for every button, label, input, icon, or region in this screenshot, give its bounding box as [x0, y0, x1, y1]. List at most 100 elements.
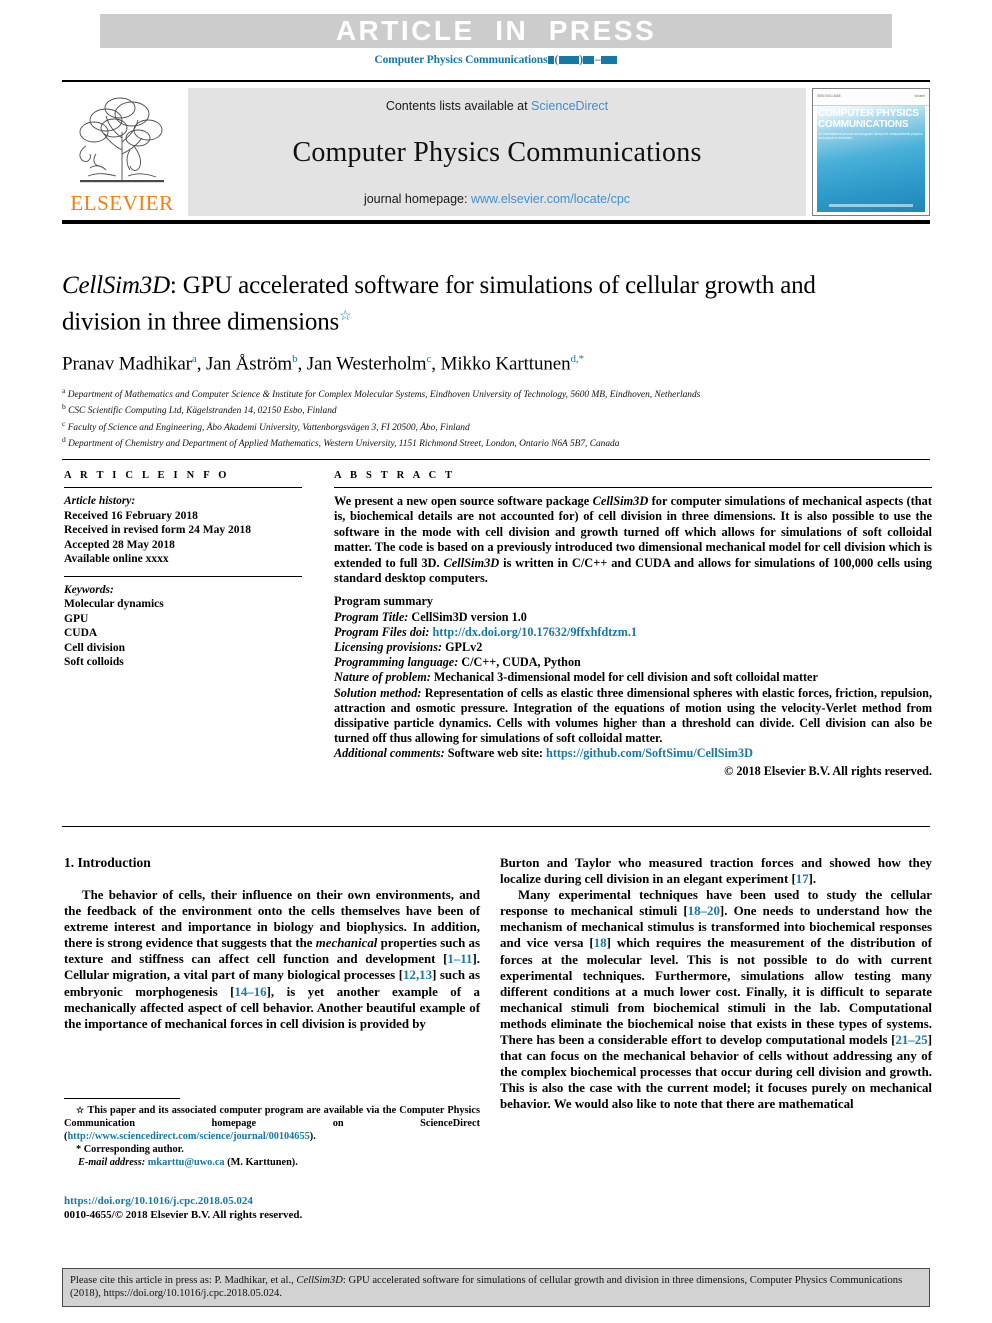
footnote-star-item: ☆ This paper and its associated computer…	[64, 1104, 480, 1143]
keyword-item: Soft colloids	[64, 656, 124, 668]
author-list: Pranav Madhikara, Jan Åströmb, Jan Weste…	[62, 353, 862, 375]
program-summary-value: C/C++, CUDA, Python	[458, 655, 581, 670]
citation-ref[interactable]: 21–25	[895, 1033, 927, 1047]
article-history-label: Article history:	[64, 495, 136, 507]
masthead-center-panel: Contents lists available at ScienceDirec…	[188, 88, 806, 216]
keywords-rule	[64, 575, 302, 577]
program-summary-item: Solution method: Representation of cells…	[334, 686, 932, 747]
program-summary-item: Nature of problem: Mechanical 3-dimensio…	[334, 670, 932, 685]
program-summary-value: CellSim3D version 1.0	[408, 609, 527, 624]
affiliation-text: Department of Chemistry and Department o…	[68, 439, 620, 450]
author-name: Pranav Madhikar	[62, 353, 192, 375]
program-files-doi-link[interactable]: http://dx.doi.org/10.17632/9ffxhfdtzm.1	[433, 625, 637, 639]
sciencedirect-journal-link[interactable]: http://www.sciencedirect.com/science/jou…	[67, 1131, 309, 1142]
running-head-journal: Computer Physics Communications	[374, 54, 548, 66]
journal-cover-topbar: ISSN 0010-4655 Volume	[813, 89, 929, 106]
program-summary-label: Programming language:	[334, 655, 459, 670]
affiliation-item: d Department of Chemistry and Department…	[62, 434, 822, 450]
author-name: Jan Åström	[206, 353, 293, 375]
program-summary-item: Program Files doi: http://dx.doi.org/10.…	[334, 625, 932, 640]
cover-volume-label: Volume	[914, 94, 925, 98]
program-summary-label: Solution method:	[334, 685, 422, 700]
program-summary-label: Nature of problem:	[334, 670, 431, 685]
elsevier-wordmark: ELSEVIER	[70, 191, 174, 215]
corresponding-author-note: * Corresponding author.	[64, 1143, 480, 1156]
redacted-page-end-block	[601, 56, 618, 65]
title-footnote-star-icon[interactable]: ☆	[339, 309, 352, 324]
sciencedirect-link[interactable]: ScienceDirect	[531, 99, 608, 113]
article-doi-link[interactable]: https://doi.org/10.1016/j.cpc.2018.05.02…	[64, 1194, 480, 1208]
journal-cover-thumbnail: ISSN 0010-4655 Volume COMPUTER PHYSICS C…	[812, 88, 930, 216]
article-history-item: Received 16 February 2018	[64, 509, 198, 522]
citation-software-name: CellSim3D	[296, 1275, 343, 1286]
running-head-dash: –	[594, 54, 601, 66]
software-website-link[interactable]: https://github.com/SoftSimu/CellSim3D	[546, 746, 753, 760]
keyword-item: Cell division	[64, 641, 126, 654]
intro-paragraph-left: The behavior of cells, their influence o…	[64, 887, 480, 1032]
redacted-page-start-block	[583, 56, 595, 65]
affiliation-item: c Faculty of Science and Engineering, Åb…	[62, 418, 822, 434]
section-heading-introduction: 1. Introduction	[64, 855, 151, 870]
para-segment: ] which requires the measurement of the …	[500, 936, 932, 1048]
abstract-heading: A B S T R A C T	[334, 470, 456, 481]
program-summary: Program summary Program Title: CellSim3D…	[334, 594, 932, 778]
cover-footer-bar	[829, 204, 913, 207]
citation-ref[interactable]: 1–11	[447, 952, 472, 966]
program-summary-item: Program Title: CellSim3D version 1.0	[334, 610, 932, 625]
email-address-owner: (M. Karttunen).	[224, 1157, 298, 1168]
program-summary-label: Program Title:	[334, 609, 409, 624]
running-head-paren-close: )	[579, 54, 583, 66]
program-summary-label: Additional comments:	[334, 746, 445, 761]
affiliation-mark: b	[62, 402, 66, 412]
body-column-right: Burton and Taylor who measured traction …	[500, 855, 932, 1113]
citation-ref[interactable]: 12,13	[403, 968, 432, 982]
corresponding-author-text: Corresponding author.	[81, 1144, 184, 1155]
article-history-item: Available online xxxx	[64, 553, 169, 565]
journal-homepage-line: journal homepage: www.elsevier.com/locat…	[364, 192, 630, 206]
title-block: CellSim3D: GPU accelerated software for …	[62, 270, 862, 450]
abstract-section-top-rule	[62, 459, 930, 460]
program-summary-value: Software web site:	[444, 746, 547, 761]
citation-ref[interactable]: 18–20	[688, 904, 720, 918]
para-emphasis: mechanical	[315, 936, 378, 951]
footnote-star-icon: ☆	[76, 1105, 85, 1115]
author-affiliation-mark: d,*	[570, 353, 584, 366]
citation-footer-box: Please cite this article in press as: P.…	[62, 1268, 930, 1307]
program-summary-item: Licensing provisions: GPLv2	[334, 640, 932, 655]
article-info-rule	[64, 487, 302, 488]
article-history-item: Received in revised form 24 May 2018	[64, 524, 251, 536]
program-summary-value: Mechanical 3-dimensional model for cell …	[430, 670, 818, 685]
article-in-press-label: ARTICLE IN PRESS	[335, 15, 657, 46]
redacted-year-block	[558, 56, 579, 65]
keyword-item: CUDA	[64, 627, 98, 639]
doi-issn-block: https://doi.org/10.1016/j.cpc.2018.05.02…	[64, 1194, 480, 1222]
journal-homepage-link[interactable]: www.elsevier.com/locate/cpc	[471, 192, 630, 206]
affiliation-text: CSC Scientific Computing Ltd, Kägelstran…	[68, 406, 337, 417]
running-head-paren-open: (	[554, 54, 559, 66]
program-summary-item: Programming language: C/C++, CUDA, Pytho…	[334, 655, 932, 670]
affiliation-text: Faculty of Science and Engineering, Åbo …	[67, 422, 470, 433]
author-separator: ,	[196, 353, 206, 375]
abstract-section-bottom-rule	[62, 826, 930, 827]
cover-journal-title: COMPUTER PHYSICS COMMUNICATIONS	[818, 108, 919, 130]
journal-title: Computer Physics Communications	[292, 136, 702, 168]
citation-ref[interactable]: 18	[594, 936, 607, 950]
running-head: Computer Physics Communications () –	[0, 54, 992, 66]
journal-masthead: ELSEVIER Contents lists available at Sci…	[62, 80, 930, 224]
issn-copyright-line: 0010-4655/© 2018 Elsevier B.V. All right…	[64, 1209, 303, 1221]
email-address-note: E-mail address: mkarttu@uwo.ca (M. Kartt…	[78, 1156, 480, 1169]
email-address-link[interactable]: mkarttu@uwo.ca	[145, 1157, 225, 1168]
elsevier-logo: ELSEVIER	[62, 88, 182, 216]
intro-paragraph-right-a: Burton and Taylor who measured traction …	[500, 855, 932, 887]
citation-ref[interactable]: 17	[796, 872, 809, 886]
affiliation-item: b CSC Scientific Computing Ltd, Kägelstr…	[62, 401, 822, 417]
body-column-left: 1. Introduction The behavior of cells, t…	[64, 855, 480, 1032]
program-summary-heading: Program summary	[334, 594, 433, 609]
abstract-text: We present a new open source software pa…	[334, 494, 932, 586]
abstract-software-name: CellSim3D	[592, 494, 649, 508]
abstract-segment: We present a new open source software pa…	[334, 494, 593, 508]
contents-lists-line: Contents lists available at ScienceDirec…	[386, 99, 608, 113]
intro-paragraph-right-b: Many experimental techniques have been u…	[500, 887, 932, 1112]
program-summary-item: Additional comments: Software web site: …	[334, 746, 932, 761]
citation-ref[interactable]: 14–16	[234, 985, 266, 999]
